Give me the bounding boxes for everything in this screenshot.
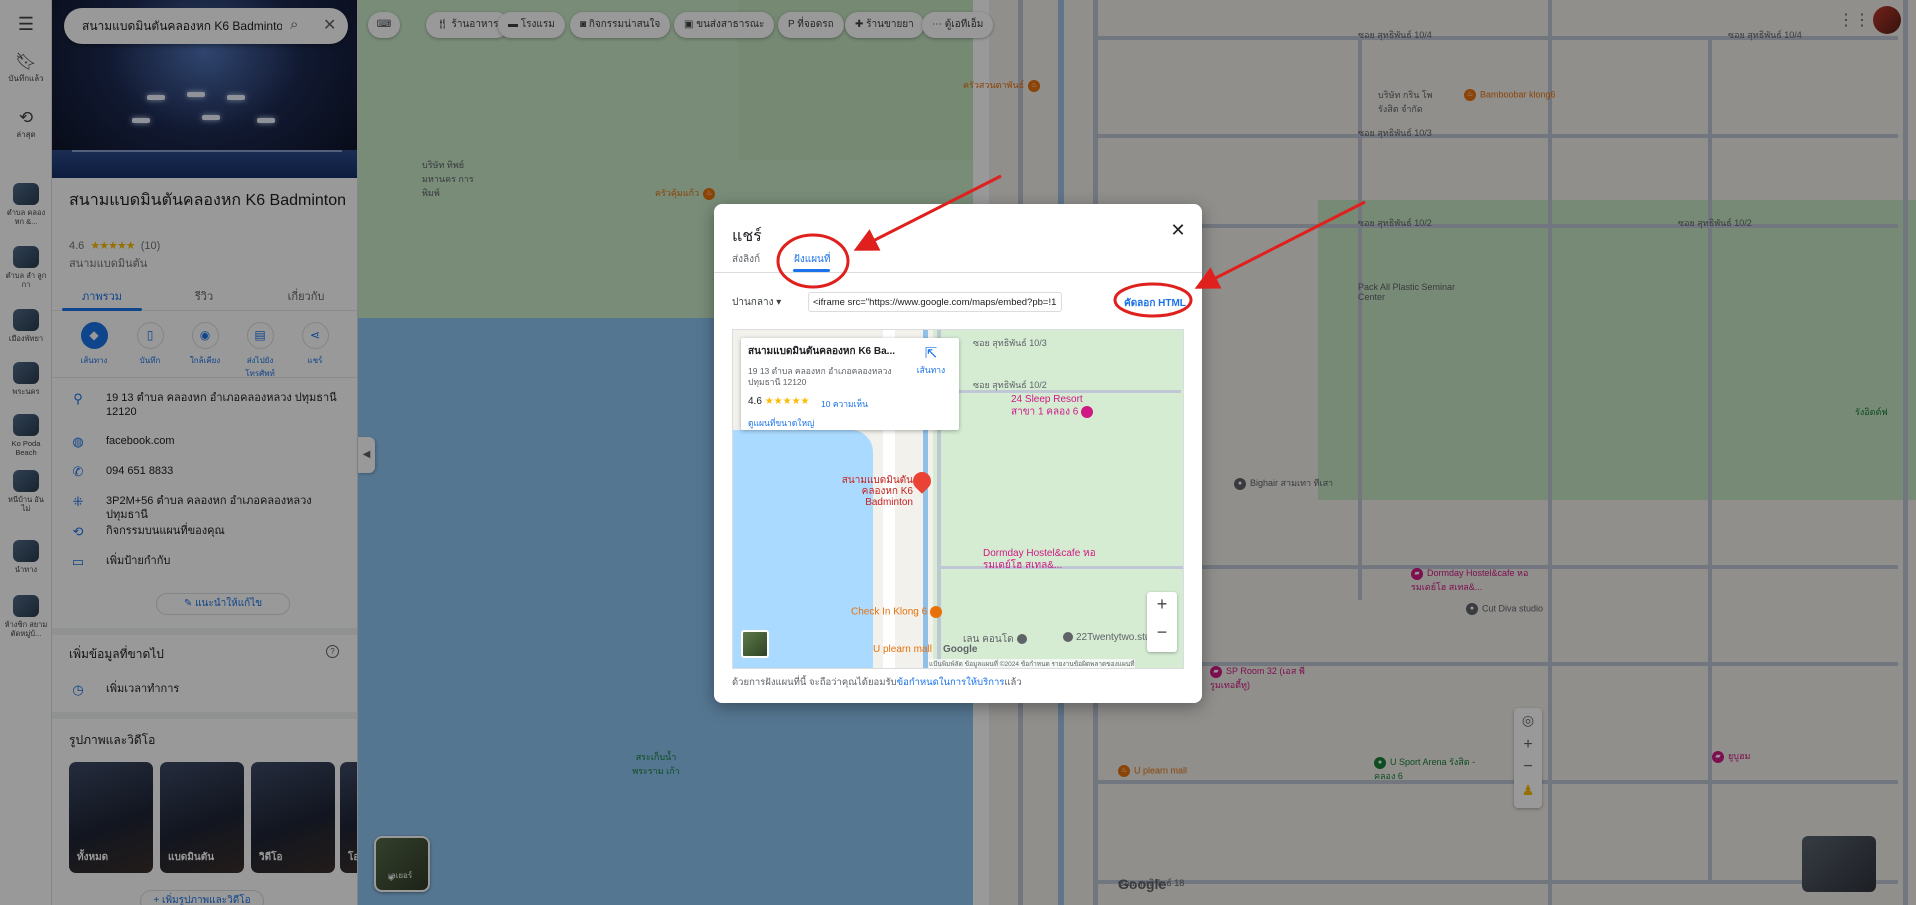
card-rating: 4.6 ★★★★★ (748, 396, 810, 407)
embed-code-field[interactable] (808, 292, 1062, 312)
card-address: 19 13 ตำบล คลองหก อำเภอคลองหลวง ปทุมธานี… (748, 366, 892, 387)
tab-embed-map[interactable]: ฝังแผนที่ (794, 252, 830, 267)
directions-icon: ⇱ (924, 345, 938, 362)
card-reviews-link[interactable]: 10 ความเห็น (821, 397, 868, 411)
preview-road-label: ซอย สุทธิพันธ์ 10/2 (973, 380, 1047, 390)
pin-label: สนามแบดมินตัน คลองหก K6 Badminton (841, 475, 913, 508)
star-rating-icon: ★★★★★ (764, 396, 810, 407)
place-icon (1016, 634, 1027, 645)
card-title: สนามแบดมินตันคลองหก K6 Ba... (748, 346, 896, 357)
close-icon[interactable]: ✕ (1166, 218, 1190, 242)
preview-poi[interactable]: 24 Sleep Resort สาขา 1 คลอง 6 (1011, 394, 1101, 419)
preview-attribution: แป้นพิมพ์ลัด ข้อมูลแผนที่ ©2024 ข้อกำหนด… (929, 659, 1135, 668)
card-directions-button[interactable]: ⇱ เส้นทาง (909, 344, 953, 377)
embed-map-preview[interactable]: ซอย สุทธิพันธ์ 10/3 ซอย สุทธิพันธ์ 10/2 … (732, 329, 1184, 669)
size-dropdown[interactable]: ปานกลาง ▾ (732, 295, 781, 310)
preview-place-card: สนามแบดมินตันคลองหก K6 Ba... 19 13 ตำบล … (741, 338, 959, 430)
preview-poi[interactable]: U plearn mall (873, 644, 932, 655)
dropdown-arrow-icon: ▾ (773, 297, 782, 308)
preview-google-logo: Google (943, 644, 978, 655)
hotel-icon (1081, 406, 1094, 418)
preview-layer-thumb[interactable] (741, 630, 769, 658)
preview-road-label: ซอย สุทธิพันธ์ 10/3 (973, 338, 1047, 348)
zoom-out-icon[interactable]: − (1147, 622, 1177, 643)
restaurant-icon (930, 606, 943, 618)
preview-zoom-controls: + − (1147, 592, 1177, 652)
place-icon (1063, 632, 1073, 643)
tab-send-link[interactable]: ส่งลิงก์ (732, 252, 760, 267)
terms-notice: ด้วยการฝังแผนที่นี้ จะถือว่าคุณได้ยอมรับ… (732, 677, 1022, 688)
card-larger-map-link[interactable]: ดูแผนที่ขนาดใหญ่ (748, 416, 814, 430)
share-dialog: แชร์ ✕ ส่งลิงก์ ฝังแผนที่ ปานกลาง ▾ คัดล… (714, 204, 1202, 703)
preview-poi[interactable]: Check In Klong 6 (851, 606, 943, 618)
copy-html-button[interactable]: คัดลอก HTML (1124, 296, 1186, 311)
preview-poi[interactable]: Dormday Hostel&cafe หอรมเดย์โฮ สเทล&... (983, 548, 1103, 572)
app-window: ☰ 🔖︎ บันทึกแล้ว ⟲ ล่าสุด ตำบล คลอง หก &.… (0, 0, 1916, 905)
preview-poi[interactable]: 22Twentytwo.stu (1063, 632, 1150, 643)
terms-link[interactable]: ข้อกำหนดในการให้บริการ (897, 677, 1005, 688)
dialog-title: แชร์ (732, 228, 762, 245)
map-pin-icon[interactable] (909, 468, 935, 494)
divider (714, 272, 1202, 273)
zoom-in-icon[interactable]: + (1147, 594, 1177, 615)
